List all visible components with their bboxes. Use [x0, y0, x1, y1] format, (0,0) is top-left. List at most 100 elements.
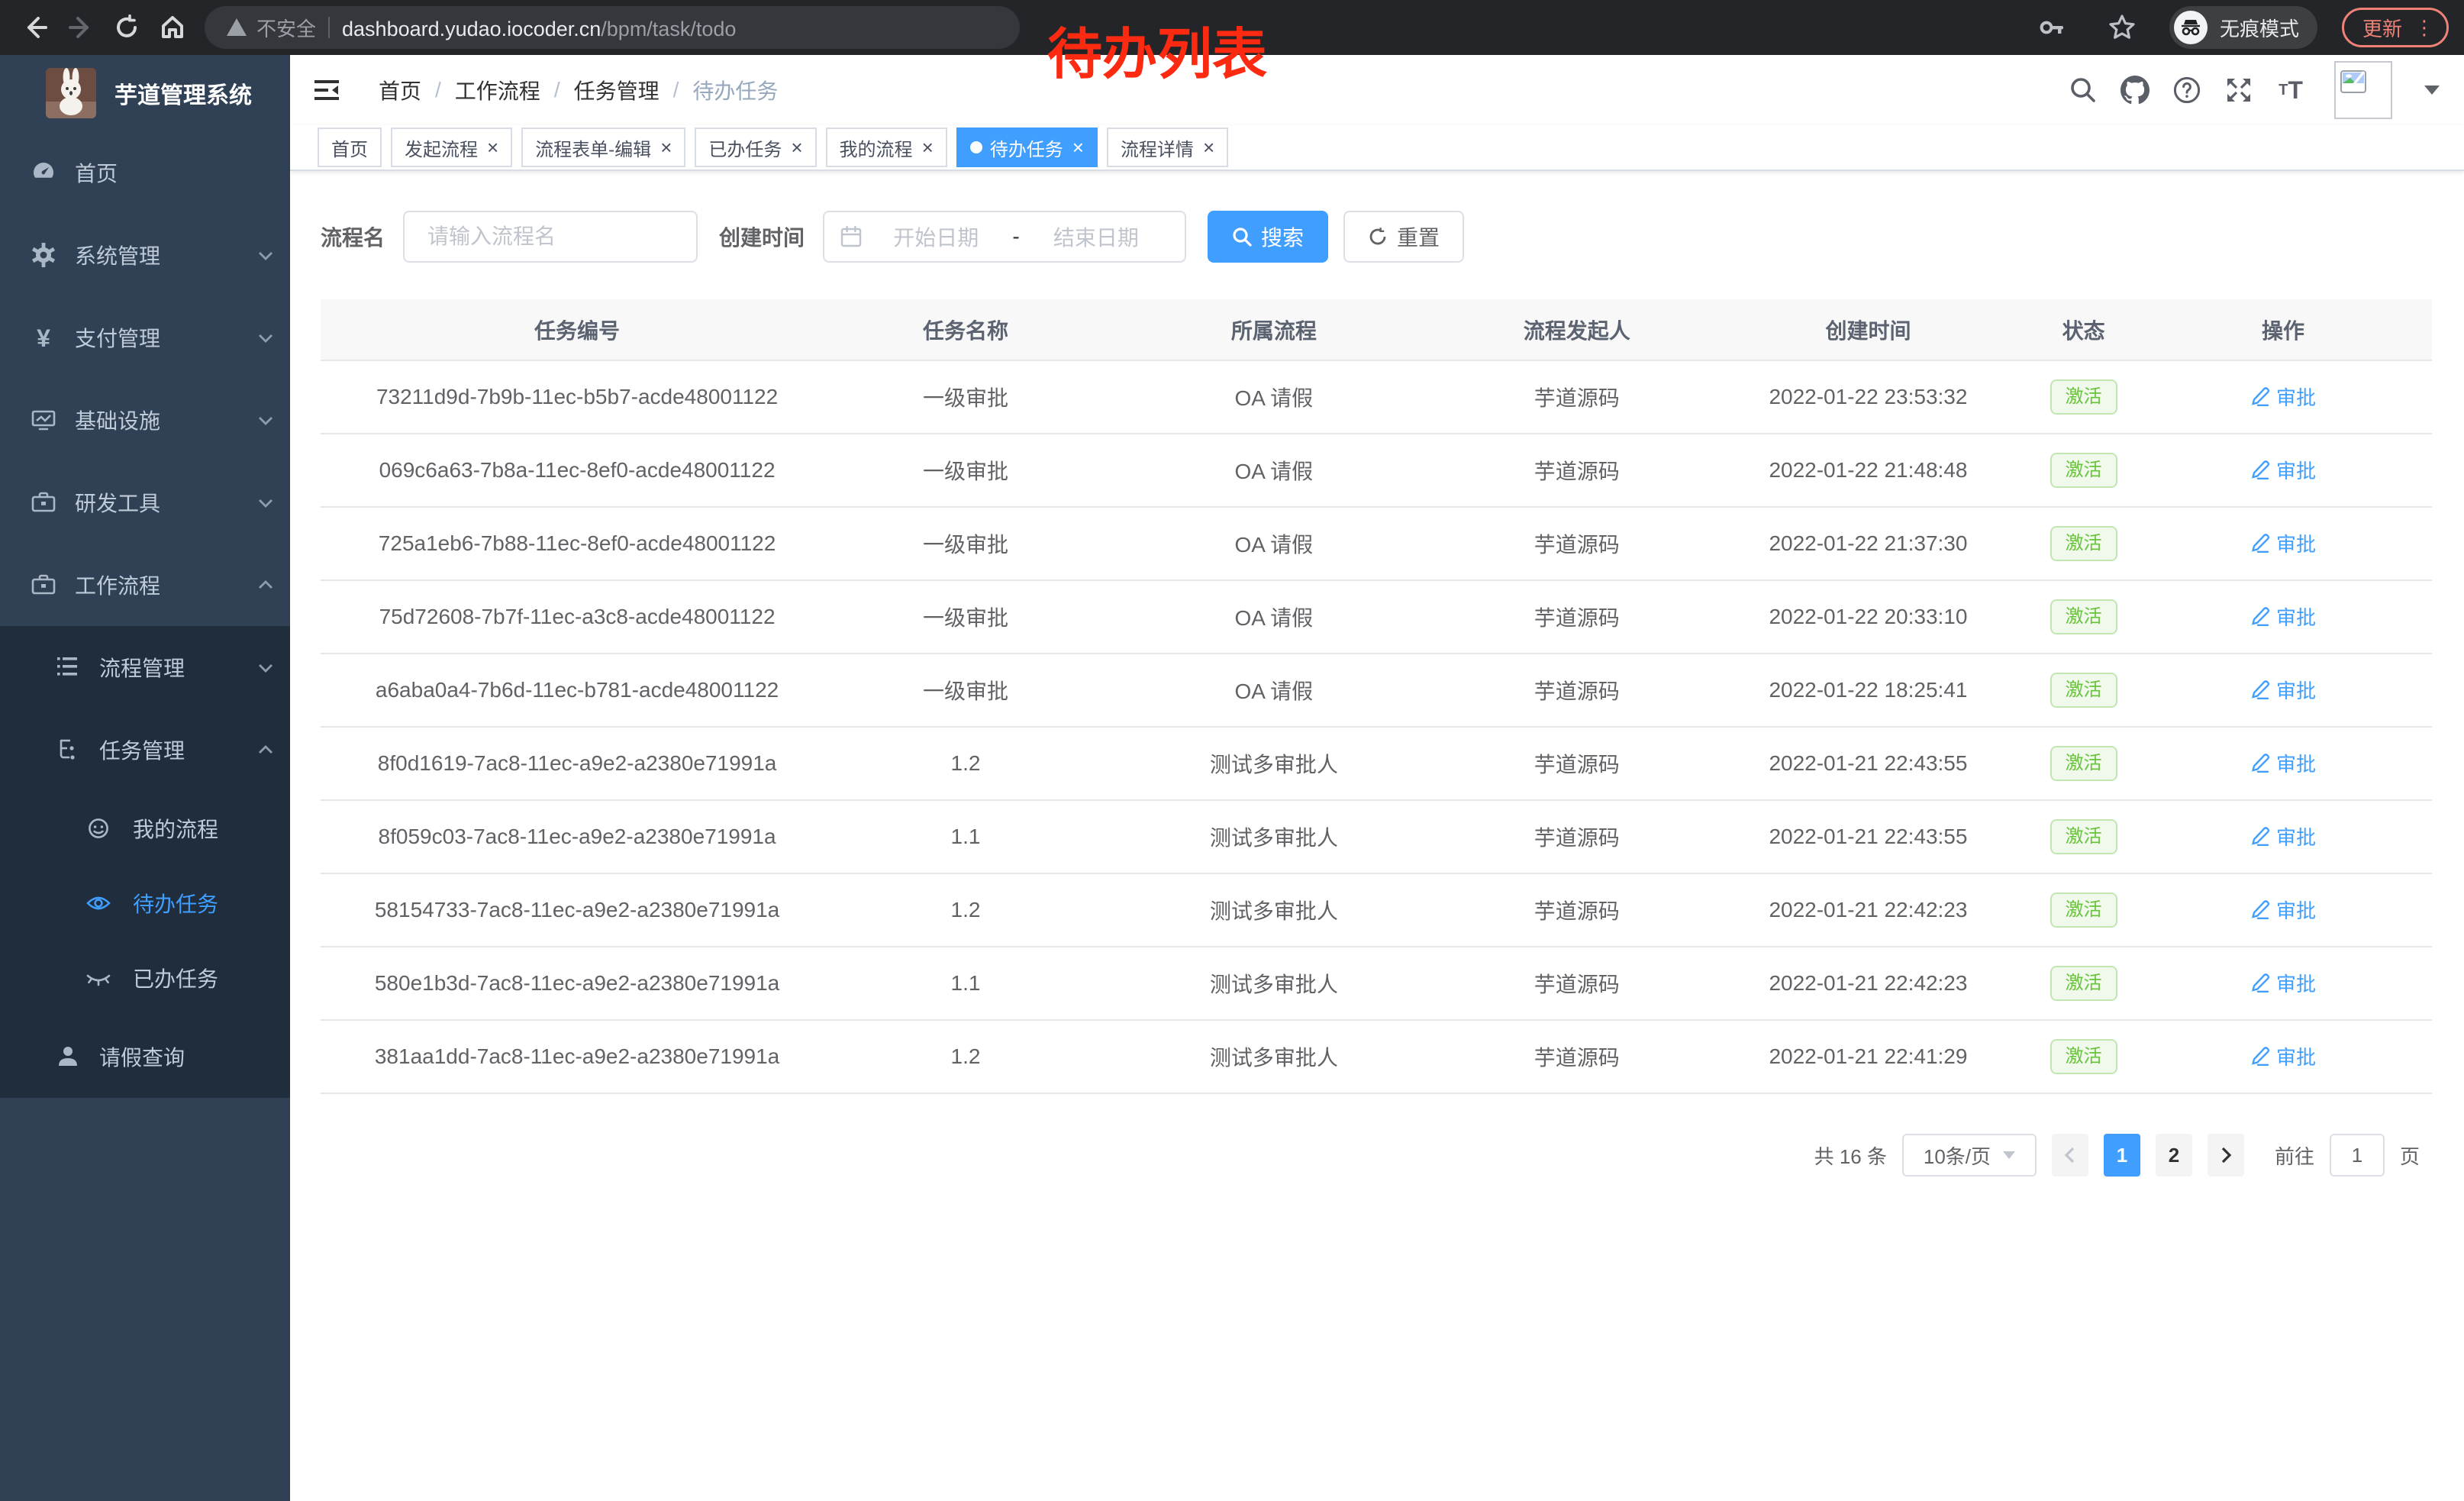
fullscreen-icon[interactable] [2224, 76, 2253, 105]
tab[interactable]: 首页 [318, 128, 382, 167]
cell-starter: 芋道源码 [1450, 1020, 1704, 1093]
avatar-menu-caret[interactable] [2424, 86, 2440, 95]
password-key-icon[interactable] [2029, 5, 2075, 50]
sidebar-item-home[interactable]: 首页 [0, 131, 290, 214]
tab-close-icon[interactable]: × [1203, 137, 1214, 157]
table-row[interactable]: 58154733-7ac8-11ec-a9e2-a2380e71991a 1.2… [321, 873, 2432, 947]
github-icon[interactable] [2121, 76, 2150, 105]
search-icon[interactable] [2069, 76, 2098, 105]
sidebar-item-todo-tasks[interactable]: 待办任务 [0, 866, 290, 941]
table-row[interactable]: 069c6a63-7b8a-11ec-8ef0-acde48001122 一级审… [321, 434, 2432, 507]
table-row[interactable]: 8f059c03-7ac8-11ec-a9e2-a2380e71991a 1.1… [321, 800, 2432, 873]
approve-link[interactable]: 审批 [2250, 383, 2316, 411]
breadcrumb-item[interactable]: 工作流程 [455, 75, 540, 105]
breadcrumb-item[interactable]: 任务管理 [574, 75, 660, 105]
tab[interactable]: 发起流程 × [391, 128, 512, 167]
approve-link[interactable]: 审批 [2250, 969, 2316, 997]
approve-link[interactable]: 审批 [2250, 529, 2316, 557]
table-row[interactable]: 8f0d1619-7ac8-11ec-a9e2-a2380e71991a 1.2… [321, 727, 2432, 800]
cell-process: OA 请假 [1098, 360, 1450, 434]
bookmark-star-icon[interactable] [2099, 5, 2145, 50]
table-row[interactable]: a6aba0a4-7b6d-11ec-b781-acde48001122 一级审… [321, 654, 2432, 727]
sidebar-item-system[interactable]: 系统管理 [0, 214, 290, 296]
cell-process: 测试多审批人 [1098, 800, 1450, 873]
cell-create-time: 2022-01-22 20:33:10 [1704, 580, 2033, 654]
table-row[interactable]: 381aa1dd-7ac8-11ec-a9e2-a2380e71991a 1.2… [321, 1020, 2432, 1093]
app-header: 首页 / 工作流程 / 任务管理 / 待办任务 [290, 55, 2464, 125]
approve-link[interactable]: 审批 [2250, 749, 2316, 777]
breadcrumb: 首页 / 工作流程 / 任务管理 / 待办任务 [379, 75, 778, 105]
approve-link[interactable]: 审批 [2250, 896, 2316, 924]
cell-process: OA 请假 [1098, 654, 1450, 727]
col-actions: 操作 [2134, 299, 2432, 360]
edit-pencil-icon [2250, 826, 2270, 846]
table-row[interactable]: 73211d9d-7b9b-11ec-b5b7-acde48001122 一级审… [321, 360, 2432, 434]
calendar-icon [840, 225, 863, 248]
sidebar-item-leave-query[interactable]: 请假查询 [0, 1015, 290, 1098]
next-page-button[interactable] [2208, 1134, 2244, 1177]
approve-link[interactable]: 审批 [2250, 676, 2316, 704]
edit-pencil-icon [2250, 899, 2270, 919]
sidebar-item-my-process[interactable]: 我的流程 [0, 791, 290, 866]
tasks-table: 任务编号 任务名称 所属流程 流程发起人 创建时间 状态 操作 73211d9d… [321, 299, 2432, 1094]
edit-pencil-icon [2250, 679, 2270, 699]
tab-close-icon[interactable]: × [487, 137, 498, 157]
approve-link[interactable]: 审批 [2250, 602, 2316, 631]
address-bar[interactable]: 不安全 dashboard.yudao.iocoder.cn/bpm/task/… [205, 6, 1020, 49]
col-starter: 流程发起人 [1450, 299, 1704, 360]
avatar[interactable] [2334, 61, 2392, 119]
breadcrumb-item[interactable]: 首页 [379, 75, 421, 105]
approve-link[interactable]: 审批 [2250, 456, 2316, 484]
sidebar-item-done-tasks[interactable]: 已办任务 [0, 941, 290, 1015]
tab-close-icon[interactable]: × [791, 137, 802, 157]
reset-button[interactable]: 重置 [1343, 211, 1464, 263]
table-row[interactable]: 725a1eb6-7b88-11ec-8ef0-acde48001122 一级审… [321, 507, 2432, 580]
browser-menu-icon[interactable]: ⋮ [2414, 18, 2434, 37]
font-size-icon[interactable]: TT [2276, 76, 2305, 105]
approve-link[interactable]: 审批 [2250, 822, 2316, 851]
site-security[interactable]: 不安全 [226, 14, 316, 42]
sidebar-item-payment[interactable]: ¥ 支付管理 [0, 296, 290, 379]
tab[interactable]: 流程表单-编辑 × [521, 128, 685, 167]
approve-link[interactable]: 审批 [2250, 1042, 2316, 1070]
logo-row[interactable]: 芋道管理系统 [0, 55, 290, 131]
sidebar-item-process-mgmt[interactable]: 流程管理 [0, 626, 290, 709]
sidebar-item-workflow[interactable]: 工作流程 [0, 544, 290, 626]
help-icon[interactable] [2172, 76, 2201, 105]
page-size-select[interactable]: 10条/页 [1902, 1134, 2037, 1177]
workflow-submenu: 流程管理 任务管理 我的流程 待办任务 [0, 626, 290, 1098]
tab[interactable]: 已办任务 × [695, 128, 816, 167]
edit-pencil-icon [2250, 973, 2270, 993]
process-name-input[interactable] [403, 211, 698, 263]
start-date-placeholder[interactable]: 开始日期 [863, 221, 1009, 252]
sidebar-item-label: 首页 [75, 157, 118, 188]
table-row[interactable]: 580e1b3d-7ac8-11ec-a9e2-a2380e71991a 1.1… [321, 947, 2432, 1020]
prev-page-button[interactable] [2052, 1134, 2088, 1177]
sidebar-item-devtools[interactable]: 研发工具 [0, 461, 290, 544]
back-icon[interactable] [12, 5, 58, 50]
search-button-icon [1232, 227, 1252, 247]
cell-process: OA 请假 [1098, 580, 1450, 654]
cell-process: 测试多审批人 [1098, 947, 1450, 1020]
table-row[interactable]: 75d72608-7b7f-11ec-a3c8-acde48001122 一级审… [321, 580, 2432, 654]
sidebar-item-infrastructure[interactable]: 基础设施 [0, 379, 290, 461]
chrome-update-button[interactable]: 更新 ⋮ [2342, 8, 2449, 47]
end-date-placeholder[interactable]: 结束日期 [1023, 221, 1169, 252]
home-icon[interactable] [150, 5, 195, 50]
search-button[interactable]: 搜索 [1208, 211, 1328, 263]
page-button-2[interactable]: 2 [2156, 1134, 2192, 1177]
breadcrumb-separator: / [673, 78, 679, 102]
tab[interactable]: 流程详情 × [1107, 128, 1228, 167]
tab[interactable]: 待办任务 × [956, 128, 1098, 167]
sidebar-collapse-icon[interactable] [311, 75, 342, 105]
goto-page-input[interactable] [2330, 1134, 2385, 1177]
date-range-picker[interactable]: 开始日期 - 结束日期 [823, 211, 1186, 263]
tab[interactable]: 我的流程 × [826, 128, 947, 167]
reload-icon[interactable] [104, 5, 150, 50]
tab-close-icon[interactable]: × [660, 137, 672, 157]
tab-close-icon[interactable]: × [1072, 137, 1084, 157]
page-button-1[interactable]: 1 [2104, 1134, 2140, 1177]
tab-close-icon[interactable]: × [922, 137, 934, 157]
sidebar-item-task-mgmt[interactable]: 任务管理 [0, 709, 290, 791]
forward-icon[interactable] [58, 5, 104, 50]
